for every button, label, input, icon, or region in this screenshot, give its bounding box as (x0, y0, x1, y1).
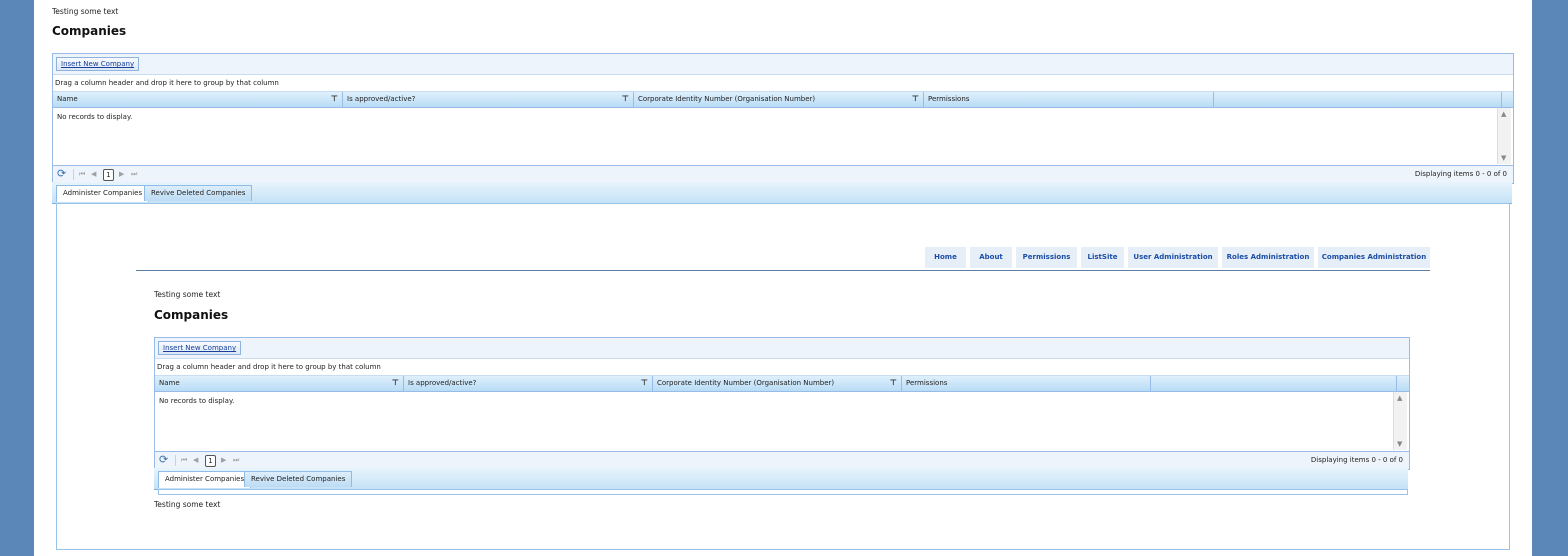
inner-footer-caption: Testing some text (154, 500, 221, 509)
vertical-scrollbar[interactable]: ▲ ▼ (1497, 108, 1511, 164)
top-caption: Testing some text (52, 7, 119, 16)
refresh-icon[interactable]: ⟳ (57, 168, 66, 180)
column-header-corporate-id[interactable]: Corporate Identity Number (Organisation … (653, 376, 902, 391)
insert-new-company-button[interactable]: Insert New Company (158, 341, 242, 355)
tab-revive-deleted-companies[interactable]: Revive Deleted Companies (244, 471, 353, 487)
right-background (1532, 0, 1568, 556)
column-header-label: Name (57, 95, 78, 103)
page: Testing some text Companies Insert New C… (34, 0, 1532, 556)
group-panel[interactable]: Drag a column header and drop it here to… (155, 359, 1409, 376)
column-header-label: Is approved/active? (408, 379, 477, 387)
column-header-label: Is approved/active? (347, 95, 416, 103)
tab-content-pane: Home About Permissions ListSite User Adm… (56, 203, 1510, 550)
first-page-icon[interactable]: ⏮ (79, 169, 85, 179)
column-header-empty (1214, 92, 1502, 107)
column-header-label: Corporate Identity Number (Organisation … (657, 379, 835, 387)
filter-icon[interactable]: ⊤ (331, 95, 338, 103)
page-number-button[interactable]: 1 (205, 455, 216, 467)
filter-icon[interactable]: ⊤ (890, 379, 897, 387)
companies-grid: Insert New Company Drag a column header … (52, 53, 1514, 184)
prev-page-icon[interactable]: ◀ (91, 169, 96, 179)
no-records-message: No records to display. (57, 113, 133, 121)
insert-new-company-button[interactable]: Insert New Company (56, 57, 140, 71)
left-background (0, 0, 34, 556)
tab-revive-deleted-companies[interactable]: Revive Deleted Companies (144, 185, 253, 201)
scroll-down-icon[interactable]: ▼ (1501, 154, 1506, 162)
grid-body: No records to display. ▲ ▼ (53, 108, 1513, 164)
filter-icon[interactable]: ⊤ (392, 379, 399, 387)
grid-command-bar: Insert New Company (155, 338, 1409, 359)
inner-page-title: Companies (154, 308, 229, 322)
column-header-label: Permissions (928, 95, 970, 103)
grid-pager: ⟳ ⏮ ◀ 1 ▶ ⏭ Displaying items 0 - 0 of 0 (155, 451, 1409, 469)
grid-header: Name ⊤ Is approved/active? ⊤ Corporate I… (53, 92, 1513, 108)
scroll-down-icon[interactable]: ▼ (1397, 440, 1402, 448)
column-header-permissions[interactable]: Permissions (902, 376, 1151, 391)
vertical-scrollbar[interactable]: ▲ ▼ (1393, 392, 1407, 450)
last-page-icon[interactable]: ⏭ (233, 455, 239, 465)
grid-command-bar: Insert New Company (53, 54, 1513, 75)
main-nav: Home About Permissions ListSite User Adm… (925, 247, 1451, 268)
page-number-button[interactable]: 1 (103, 169, 114, 181)
grid-pager: ⟳ ⏮ ◀ 1 ▶ ⏭ Displaying items 0 - 0 of 0 (53, 165, 1513, 183)
tab-administer-companies[interactable]: Administer Companies (158, 471, 252, 488)
grid-body: No records to display. ▲ ▼ (155, 392, 1409, 450)
column-header-name[interactable]: Name ⊤ (53, 92, 343, 107)
inner-caption: Testing some text (154, 290, 221, 299)
column-header-label: Name (159, 379, 180, 387)
column-header-empty (1151, 376, 1397, 391)
inner-tabstrip: Administer Companies Revive Deleted Comp… (154, 468, 1408, 490)
scroll-up-icon[interactable]: ▲ (1397, 394, 1402, 402)
outer-tabstrip: Administer Companies Revive Deleted Comp… (52, 182, 1512, 204)
last-page-icon[interactable]: ⏭ (131, 169, 137, 179)
column-header-label: Corporate Identity Number (Organisation … (638, 95, 816, 103)
prev-page-icon[interactable]: ◀ (193, 455, 198, 465)
pager-info: Displaying items 0 - 0 of 0 (1310, 456, 1403, 464)
nav-companies-administration[interactable]: Companies Administration (1318, 247, 1430, 268)
column-header-corporate-id[interactable]: Corporate Identity Number (Organisation … (634, 92, 924, 107)
grid-header: Name ⊤ Is approved/active? ⊤ Corporate I… (155, 376, 1409, 392)
column-header-approved[interactable]: Is approved/active? ⊤ (343, 92, 634, 107)
nav-listsite[interactable]: ListSite (1081, 247, 1124, 268)
column-header-approved[interactable]: Is approved/active? ⊤ (404, 376, 653, 391)
group-panel[interactable]: Drag a column header and drop it here to… (53, 75, 1513, 92)
column-header-permissions[interactable]: Permissions (924, 92, 1214, 107)
nav-about[interactable]: About (970, 247, 1012, 268)
filter-icon[interactable]: ⊤ (622, 95, 629, 103)
no-records-message: No records to display. (159, 397, 235, 405)
column-header-name[interactable]: Name ⊤ (155, 376, 404, 391)
scroll-up-icon[interactable]: ▲ (1501, 110, 1506, 118)
pager-separator (175, 455, 176, 466)
filter-icon[interactable]: ⊤ (641, 379, 648, 387)
nav-roles-administration[interactable]: Roles Administration (1222, 247, 1314, 268)
inner-companies-grid: Insert New Company Drag a column header … (154, 337, 1410, 470)
column-header-label: Permissions (906, 379, 948, 387)
first-page-icon[interactable]: ⏮ (181, 455, 187, 465)
refresh-icon[interactable]: ⟳ (159, 454, 168, 466)
nav-home[interactable]: Home (925, 247, 966, 268)
page-title: Companies (52, 24, 127, 38)
pager-separator (73, 169, 74, 180)
next-page-icon[interactable]: ▶ (119, 169, 124, 179)
tab-administer-companies[interactable]: Administer Companies (56, 185, 150, 202)
nav-underline (136, 270, 1430, 271)
nav-user-administration[interactable]: User Administration (1128, 247, 1218, 268)
filter-icon[interactable]: ⊤ (912, 95, 919, 103)
nav-permissions[interactable]: Permissions (1016, 247, 1077, 268)
next-page-icon[interactable]: ▶ (221, 455, 226, 465)
pager-info: Displaying items 0 - 0 of 0 (1414, 170, 1507, 178)
inner-tab-content-pane (158, 489, 1408, 495)
